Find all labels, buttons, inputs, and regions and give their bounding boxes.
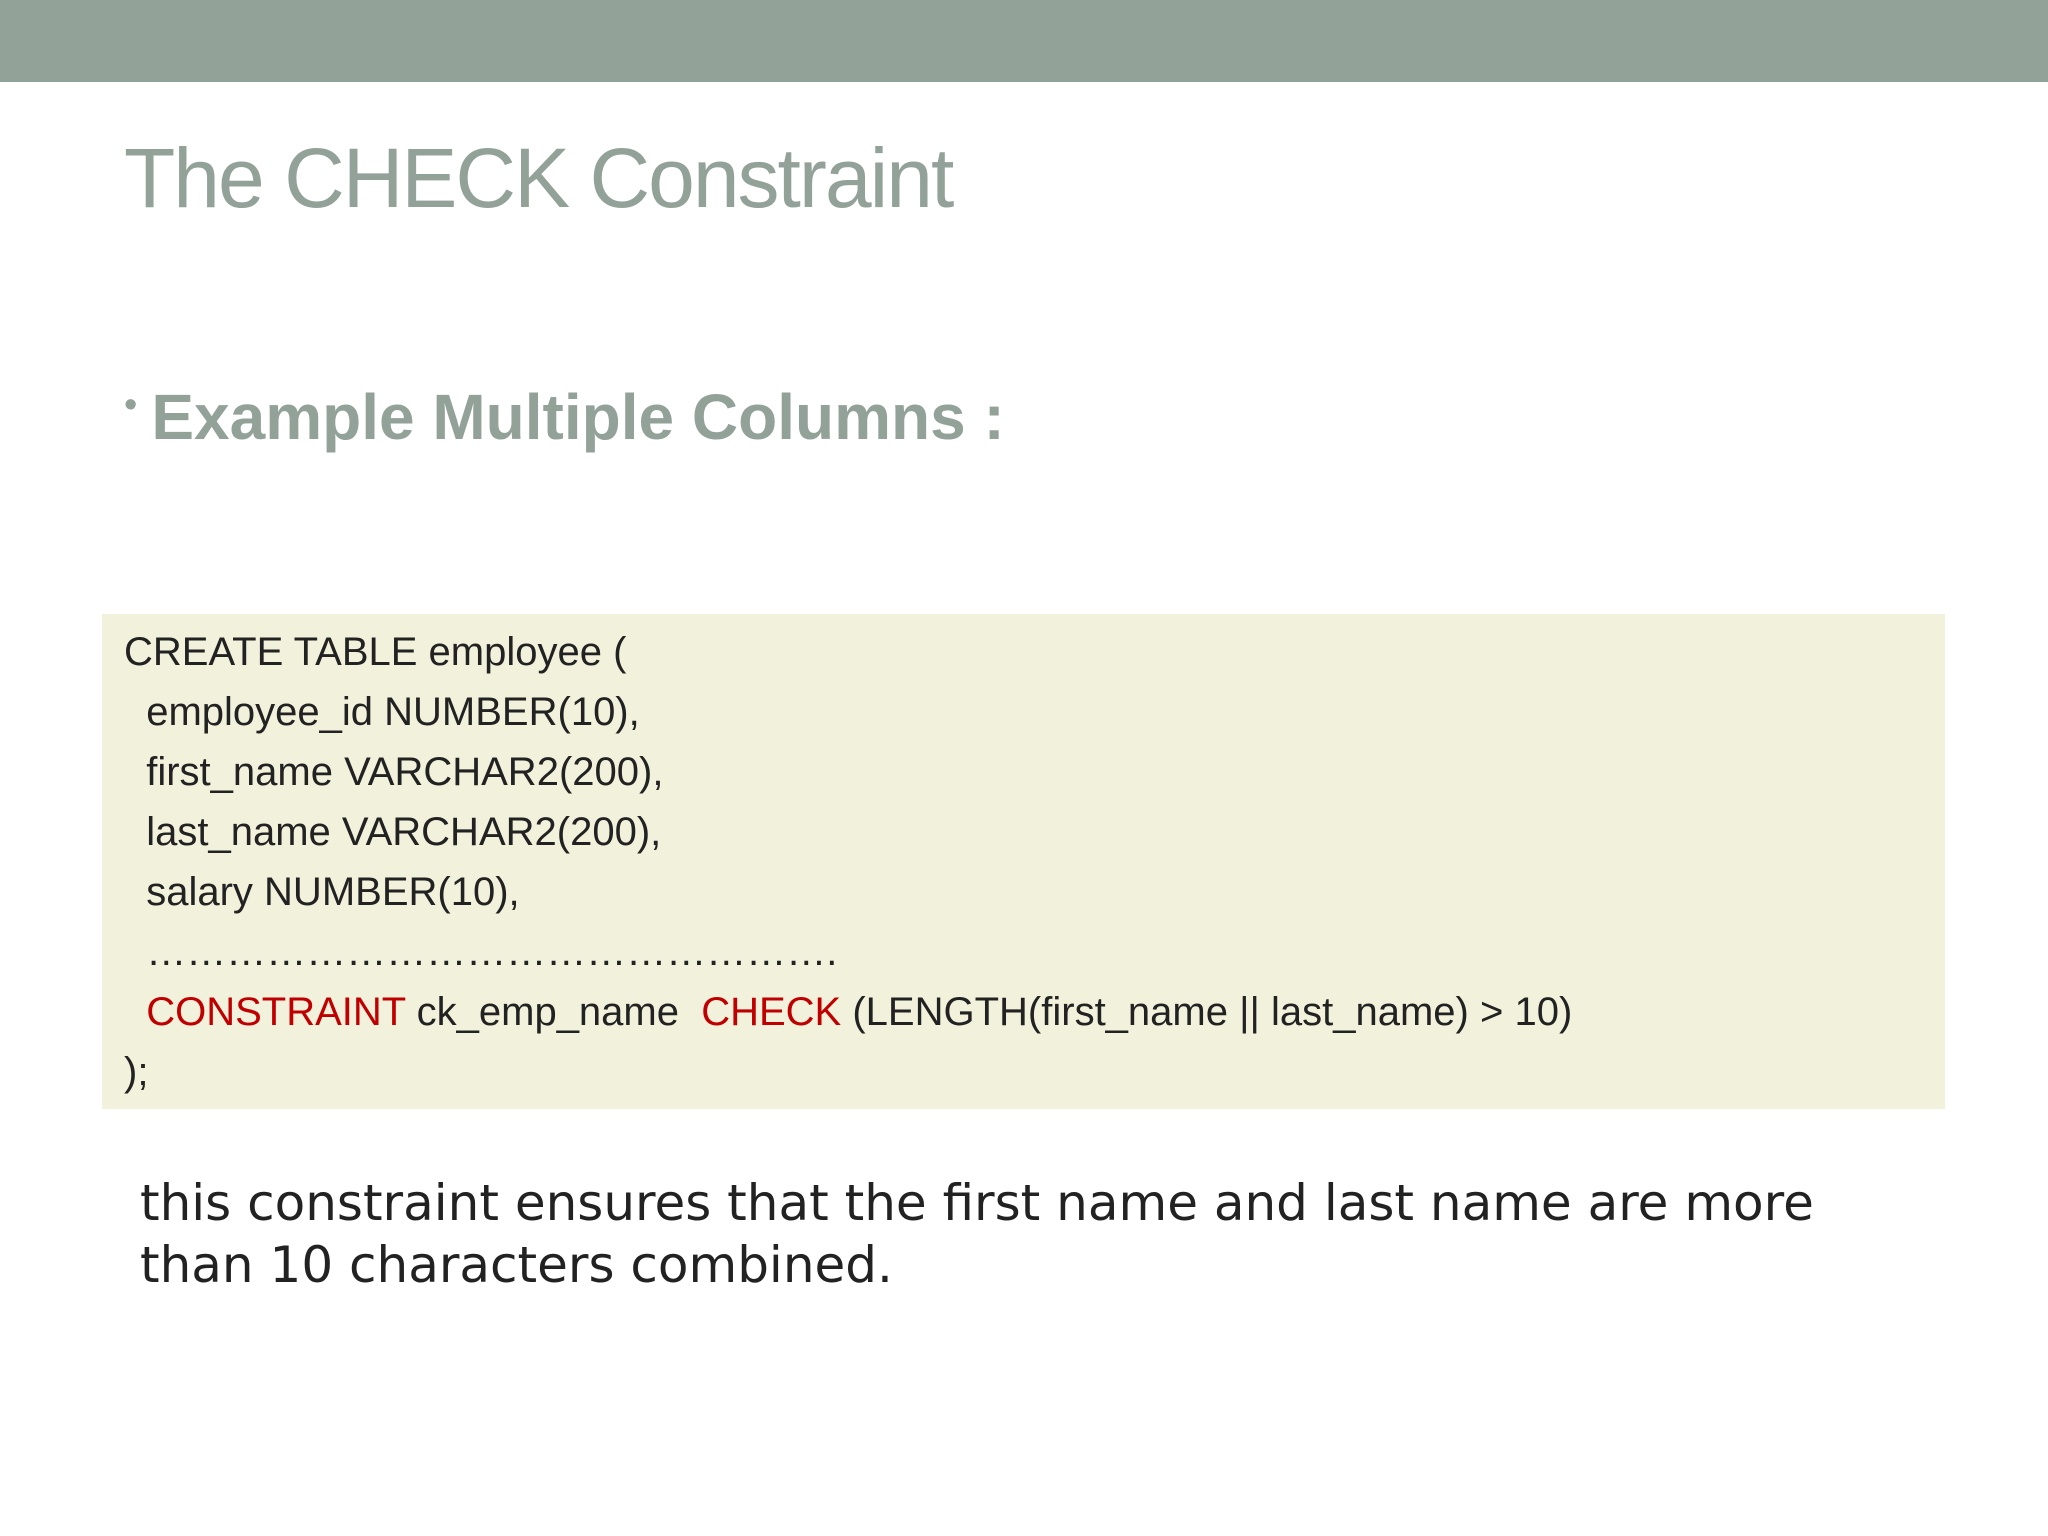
bullet-text: Example Multiple Columns : xyxy=(151,381,1005,453)
slide-title: The CHECK Constraint xyxy=(124,131,954,225)
code-line: ); xyxy=(124,1050,149,1094)
constraint-name: ck_emp_name xyxy=(405,990,702,1034)
bullet-dot-icon: • xyxy=(124,383,138,426)
code-line: first_name VARCHAR2(200), xyxy=(124,750,664,794)
code-line: salary NUMBER(10), xyxy=(124,870,520,914)
code-line-constraint: CONSTRAINT ck_emp_name CHECK (LENGTH(fir… xyxy=(124,992,1572,1032)
keyword-constraint: CONSTRAINT xyxy=(146,990,406,1034)
code-block: CREATE TABLE employee ( employee_id NUMB… xyxy=(102,614,1945,1109)
code-line: last_name VARCHAR2(200), xyxy=(124,810,662,854)
bullet-item: • Example Multiple Columns : xyxy=(124,372,1005,462)
keyword-check: CHECK xyxy=(701,990,842,1034)
code-line-ellipsis: ……………………………………………. xyxy=(124,930,838,974)
header-bar xyxy=(0,0,2048,82)
explanation-text: this constraint ensures that the first n… xyxy=(140,1174,1814,1294)
code-line: employee_id NUMBER(10), xyxy=(124,690,640,734)
check-expression: (LENGTH(first_name || last_name) > 10) xyxy=(841,990,1573,1034)
code-line: CREATE TABLE employee ( xyxy=(124,630,627,674)
